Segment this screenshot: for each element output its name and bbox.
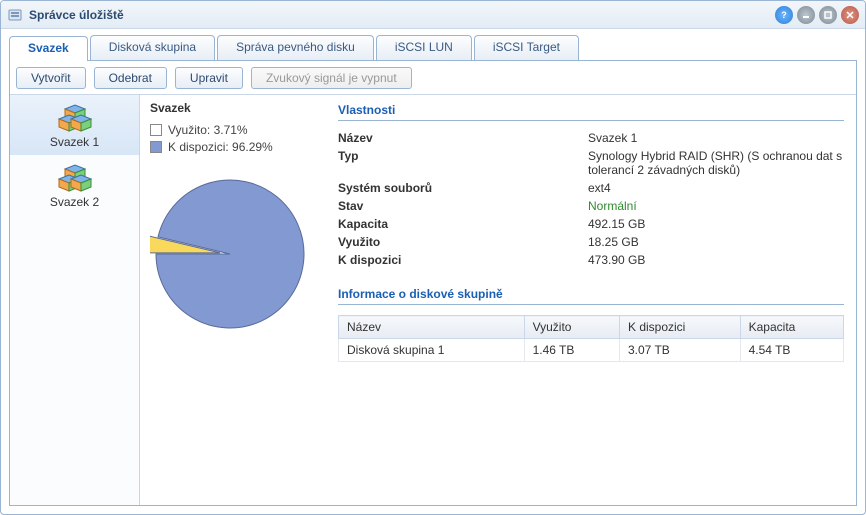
tab-iscsi-target[interactable]: iSCSI Target [474,35,579,60]
window-title: Správce úložiště [29,8,775,22]
close-button[interactable] [841,6,859,24]
properties-column: Vlastnosti Název Svazek 1 Typ Synology H… [330,101,844,493]
sidebar-item-label: Svazek 2 [10,195,139,209]
maximize-button[interactable] [819,6,837,24]
properties-header: Vlastnosti [338,103,844,121]
sidebar-item-volume-2[interactable]: Svazek 2 [10,155,139,215]
pie-legend: Využito: 3.71% K dispozici: 96.29% [150,123,330,154]
col-avail: K dispozici [619,316,740,339]
storage-manager-window: Správce úložiště ? Svazek Disková skupin… [0,0,866,515]
prop-type: Typ Synology Hybrid RAID (SHR) (S ochran… [338,149,844,177]
volume-heading: Svazek [150,101,330,115]
tab-bar: Svazek Disková skupina Správa pevného di… [9,35,857,61]
sidebar-item-label: Svazek 1 [10,135,139,149]
col-name: Název [339,316,525,339]
legend-avail-label: K dispozici: 96.29% [168,140,273,154]
legend-swatch-used [150,124,162,136]
edit-button[interactable]: Upravit [175,67,243,89]
prop-status: Stav Normální [338,199,844,213]
app-icon [7,7,23,23]
volume-sidebar: Svazek 1 Svazek 2 [10,95,140,505]
prop-avail: K dispozici 473.90 GB [338,253,844,267]
col-cap: Kapacita [740,316,843,339]
legend-swatch-avail [150,141,162,153]
usage-column: Svazek Využito: 3.71% K dispozici: 96.29… [150,101,330,493]
legend-used: Využito: 3.71% [150,123,330,137]
tab-diskgroup[interactable]: Disková skupina [90,35,215,60]
tab-hdd[interactable]: Správa pevného disku [217,35,374,60]
main-area: Svazek 1 Svazek 2 Svazek [10,95,856,505]
prop-name: Název Svazek 1 [338,131,844,145]
toolbar: Vytvořit Odebrat Upravit Zvukový signál … [10,61,856,95]
diskgroup-table: Název Využito K dispozici Kapacita Disko… [338,315,844,362]
minimize-button[interactable] [797,6,815,24]
help-button[interactable]: ? [775,6,793,24]
sidebar-item-volume-1[interactable]: Svazek 1 [10,95,139,155]
svg-text:?: ? [781,10,787,20]
create-button[interactable]: Vytvořit [16,67,86,89]
prop-capacity: Kapacita 492.15 GB [338,217,844,231]
diskgroup-header: Informace o diskové skupině [338,287,844,305]
beep-off-button[interactable]: Zvukový signál je vypnut [251,67,412,89]
col-used: Využito [524,316,619,339]
prop-used: Využito 18.25 GB [338,235,844,249]
window-body: Svazek Disková skupina Správa pevného di… [1,29,865,514]
pie-chart [150,174,310,334]
tab-content: Vytvořit Odebrat Upravit Zvukový signál … [9,61,857,506]
legend-avail: K dispozici: 96.29% [150,140,330,154]
title-bar: Správce úložiště ? [1,1,865,29]
legend-used-label: Využito: 3.71% [168,123,248,137]
tab-iscsi-lun[interactable]: iSCSI LUN [376,35,472,60]
detail-pane: Svazek Využito: 3.71% K dispozici: 96.29… [140,95,856,505]
window-buttons: ? [775,6,859,24]
prop-filesystem: Systém souborů ext4 [338,181,844,195]
volume-icon [57,103,93,133]
table-header-row: Název Využito K dispozici Kapacita [339,316,844,339]
volume-icon [57,163,93,193]
tab-volume[interactable]: Svazek [9,36,88,61]
table-row[interactable]: Disková skupina 1 1.46 TB 3.07 TB 4.54 T… [339,339,844,362]
remove-button[interactable]: Odebrat [94,67,167,89]
